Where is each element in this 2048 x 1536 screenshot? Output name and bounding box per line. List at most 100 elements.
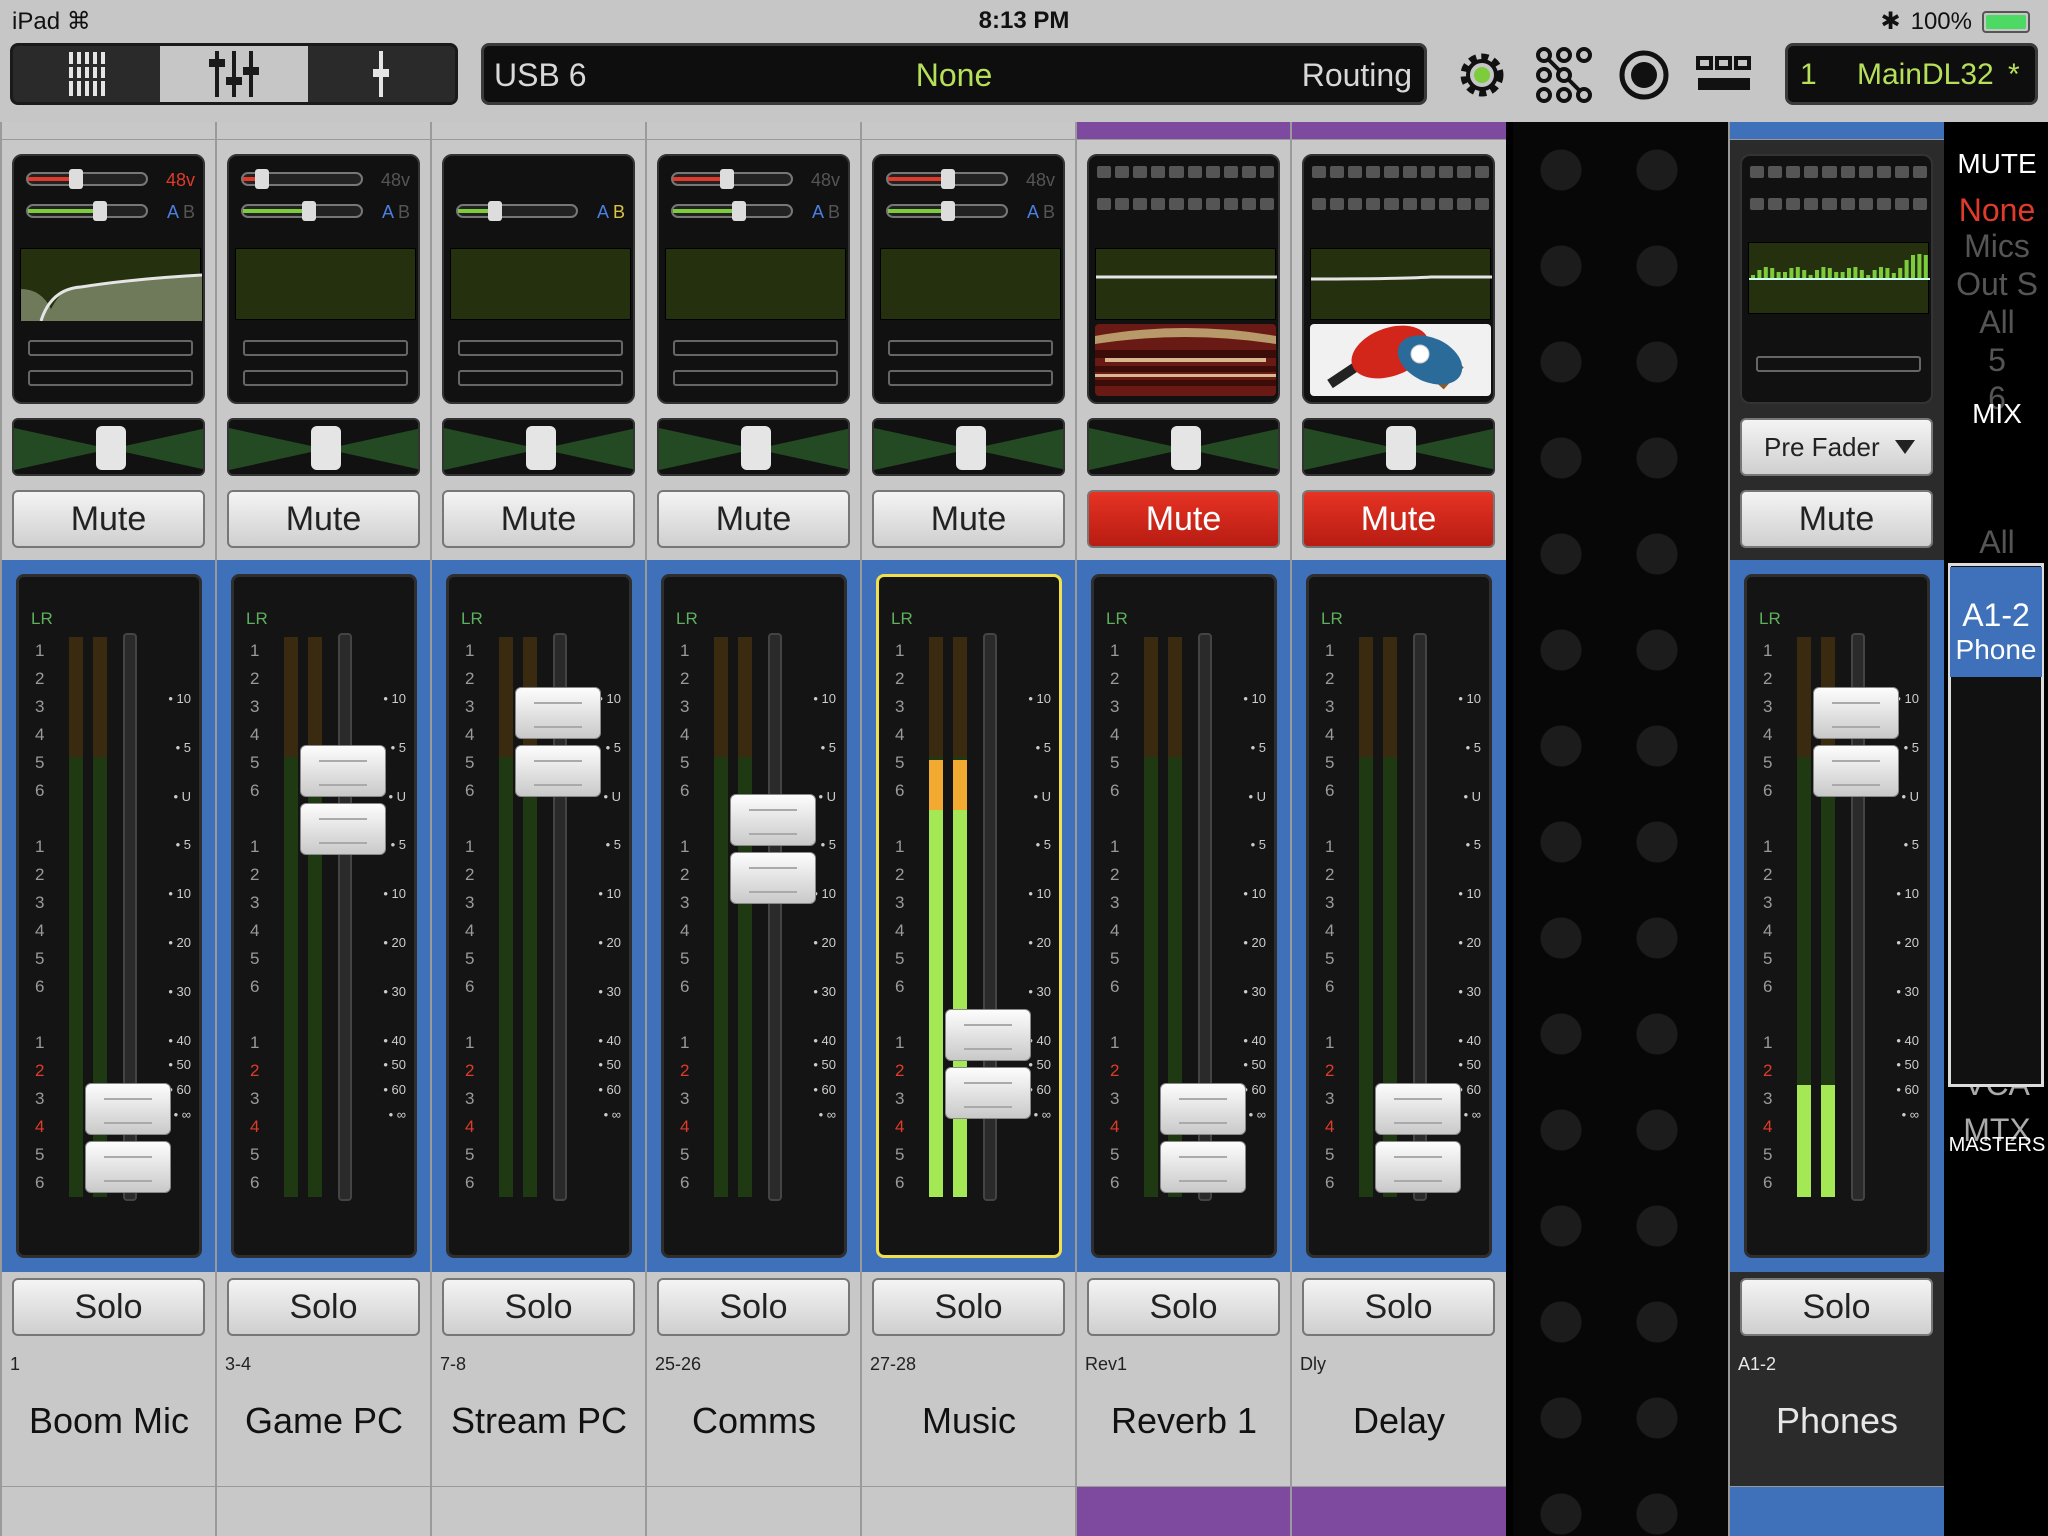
trim-knob[interactable] — [254, 169, 269, 189]
pre-fader-dropdown[interactable]: Pre Fader — [1740, 418, 1933, 476]
pan-knob[interactable] — [526, 426, 556, 470]
lr-assign-label[interactable]: LR — [1106, 609, 1128, 629]
fader-rail[interactable] — [338, 633, 352, 1201]
lr-assign-label[interactable]: LR — [1321, 609, 1343, 629]
mute-button[interactable]: Mute — [227, 490, 420, 548]
mixer-view-icon[interactable] — [160, 46, 308, 102]
fader-cap[interactable] — [1375, 1083, 1461, 1195]
pan-control[interactable] — [12, 418, 205, 476]
mute-button[interactable]: Mute — [442, 490, 635, 548]
snapshot-display[interactable]: 1 Main DL32R * — [1785, 43, 2038, 105]
mute-group-none[interactable]: None — [1946, 192, 2048, 229]
trim-slider[interactable] — [886, 169, 1008, 189]
input-ab-select[interactable]: A B — [812, 202, 840, 223]
pan-control[interactable] — [1087, 418, 1280, 476]
eq-graph[interactable] — [235, 248, 416, 320]
lcd-display[interactable]: USB 6 None Routing — [481, 43, 1427, 105]
processing-overview[interactable] — [1302, 154, 1495, 404]
solo-button[interactable]: Solo — [227, 1278, 420, 1336]
fader-cap[interactable] — [300, 745, 386, 857]
trim-knob[interactable] — [941, 169, 956, 189]
processing-overview[interactable]: 48v A B — [227, 154, 420, 404]
channel-name[interactable]: Music — [862, 1400, 1076, 1442]
solo-button[interactable]: Solo — [872, 1278, 1065, 1336]
channel-name[interactable]: Stream PC — [432, 1400, 646, 1442]
concert-hall-image[interactable] — [1095, 324, 1276, 396]
lr-assign-label[interactable]: LR — [246, 609, 268, 629]
gain-slider[interactable] — [456, 201, 578, 221]
trim-slider[interactable] — [671, 169, 793, 189]
lr-assign-label[interactable]: LR — [1759, 609, 1781, 629]
input-b-label[interactable]: B — [183, 202, 195, 222]
phantom-48v[interactable]: 48v — [381, 170, 410, 191]
processing-overview[interactable]: 48v A B — [657, 154, 850, 404]
mute-button[interactable]: Mute — [1740, 490, 1933, 548]
input-ab-select[interactable]: A B — [167, 202, 195, 223]
input-a-label[interactable]: A — [812, 202, 823, 222]
pan-control[interactable] — [1302, 418, 1495, 476]
record-icon[interactable] — [1615, 46, 1673, 104]
lr-assign-label[interactable]: LR — [891, 609, 913, 629]
mute-button[interactable]: Mute — [1302, 490, 1495, 548]
single-channel-view-icon[interactable] — [308, 46, 455, 102]
fader-rail[interactable] — [768, 633, 782, 1201]
fx-eq-graph[interactable] — [1310, 248, 1492, 320]
pan-knob[interactable] — [956, 426, 986, 470]
mute-group-all[interactable]: All — [1946, 304, 2048, 341]
gain-slider[interactable] — [886, 201, 1008, 221]
mute-group-5[interactable]: 5 — [1946, 342, 2048, 379]
input-ab-select[interactable]: A B — [1027, 202, 1055, 223]
settings-gear-icon[interactable] — [1453, 46, 1511, 104]
eq-graph[interactable] — [20, 248, 203, 322]
lr-assign-label[interactable]: LR — [676, 609, 698, 629]
fader-cap[interactable] — [515, 686, 601, 799]
fx-eq-graph[interactable] — [1095, 248, 1277, 320]
input-b-label[interactable]: B — [613, 202, 625, 222]
solo-button[interactable]: Solo — [12, 1278, 205, 1336]
fader-cap[interactable] — [1813, 686, 1899, 799]
channel-name[interactable]: Comms — [647, 1400, 861, 1442]
input-b-label[interactable]: B — [1043, 202, 1055, 222]
channel-name[interactable]: Reverb 1 — [1077, 1400, 1291, 1442]
input-b-label[interactable]: B — [828, 202, 840, 222]
input-a-label[interactable]: A — [382, 202, 393, 222]
pan-knob[interactable] — [311, 426, 341, 470]
lr-assign-label[interactable]: LR — [461, 609, 483, 629]
trim-knob[interactable] — [720, 169, 735, 189]
ping-pong-image[interactable] — [1310, 324, 1491, 396]
fader-cap[interactable] — [730, 793, 816, 906]
pan-knob[interactable] — [1171, 426, 1201, 470]
solo-button[interactable]: Solo — [1302, 1278, 1495, 1336]
mix-item-all[interactable]: All — [1946, 524, 2048, 561]
phantom-48v[interactable]: 48v — [1026, 170, 1055, 191]
gain-knob[interactable] — [92, 201, 107, 221]
processing-overview[interactable] — [1087, 154, 1280, 404]
gain-knob[interactable] — [302, 201, 316, 221]
processing-overview[interactable]: 48v A B — [12, 154, 205, 404]
pan-control[interactable] — [872, 418, 1065, 476]
master-processing-overview[interactable] — [1740, 154, 1933, 404]
processing-overview[interactable]: 48v A B — [872, 154, 1065, 404]
pan-control[interactable] — [657, 418, 850, 476]
eq-graph[interactable] — [880, 248, 1061, 320]
trim-slider[interactable] — [241, 169, 363, 189]
channel-name[interactable]: Boom Mic — [2, 1400, 216, 1442]
meters-view-icon[interactable] — [1695, 46, 1753, 104]
fader-cap[interactable] — [945, 1009, 1031, 1121]
eq-graph[interactable] — [450, 248, 631, 320]
channel-grid-view-icon[interactable] — [13, 46, 160, 102]
input-a-label[interactable]: A — [167, 202, 178, 222]
pan-knob[interactable] — [96, 426, 126, 470]
trim-slider[interactable] — [26, 169, 148, 189]
solo-button[interactable]: Solo — [1087, 1278, 1280, 1336]
phantom-48v[interactable]: 48v — [811, 170, 840, 191]
mute-button[interactable]: Mute — [872, 490, 1065, 548]
mute-group-mics[interactable]: Mics — [1946, 228, 2048, 265]
graphic-eq[interactable] — [1748, 242, 1930, 314]
gain-slider[interactable] — [241, 201, 363, 221]
phantom-48v[interactable]: 48v — [166, 170, 195, 191]
fader-cap[interactable] — [1160, 1083, 1246, 1195]
pan-control[interactable] — [227, 418, 420, 476]
gain-slider[interactable] — [671, 201, 793, 221]
gain-slider[interactable] — [26, 201, 148, 221]
